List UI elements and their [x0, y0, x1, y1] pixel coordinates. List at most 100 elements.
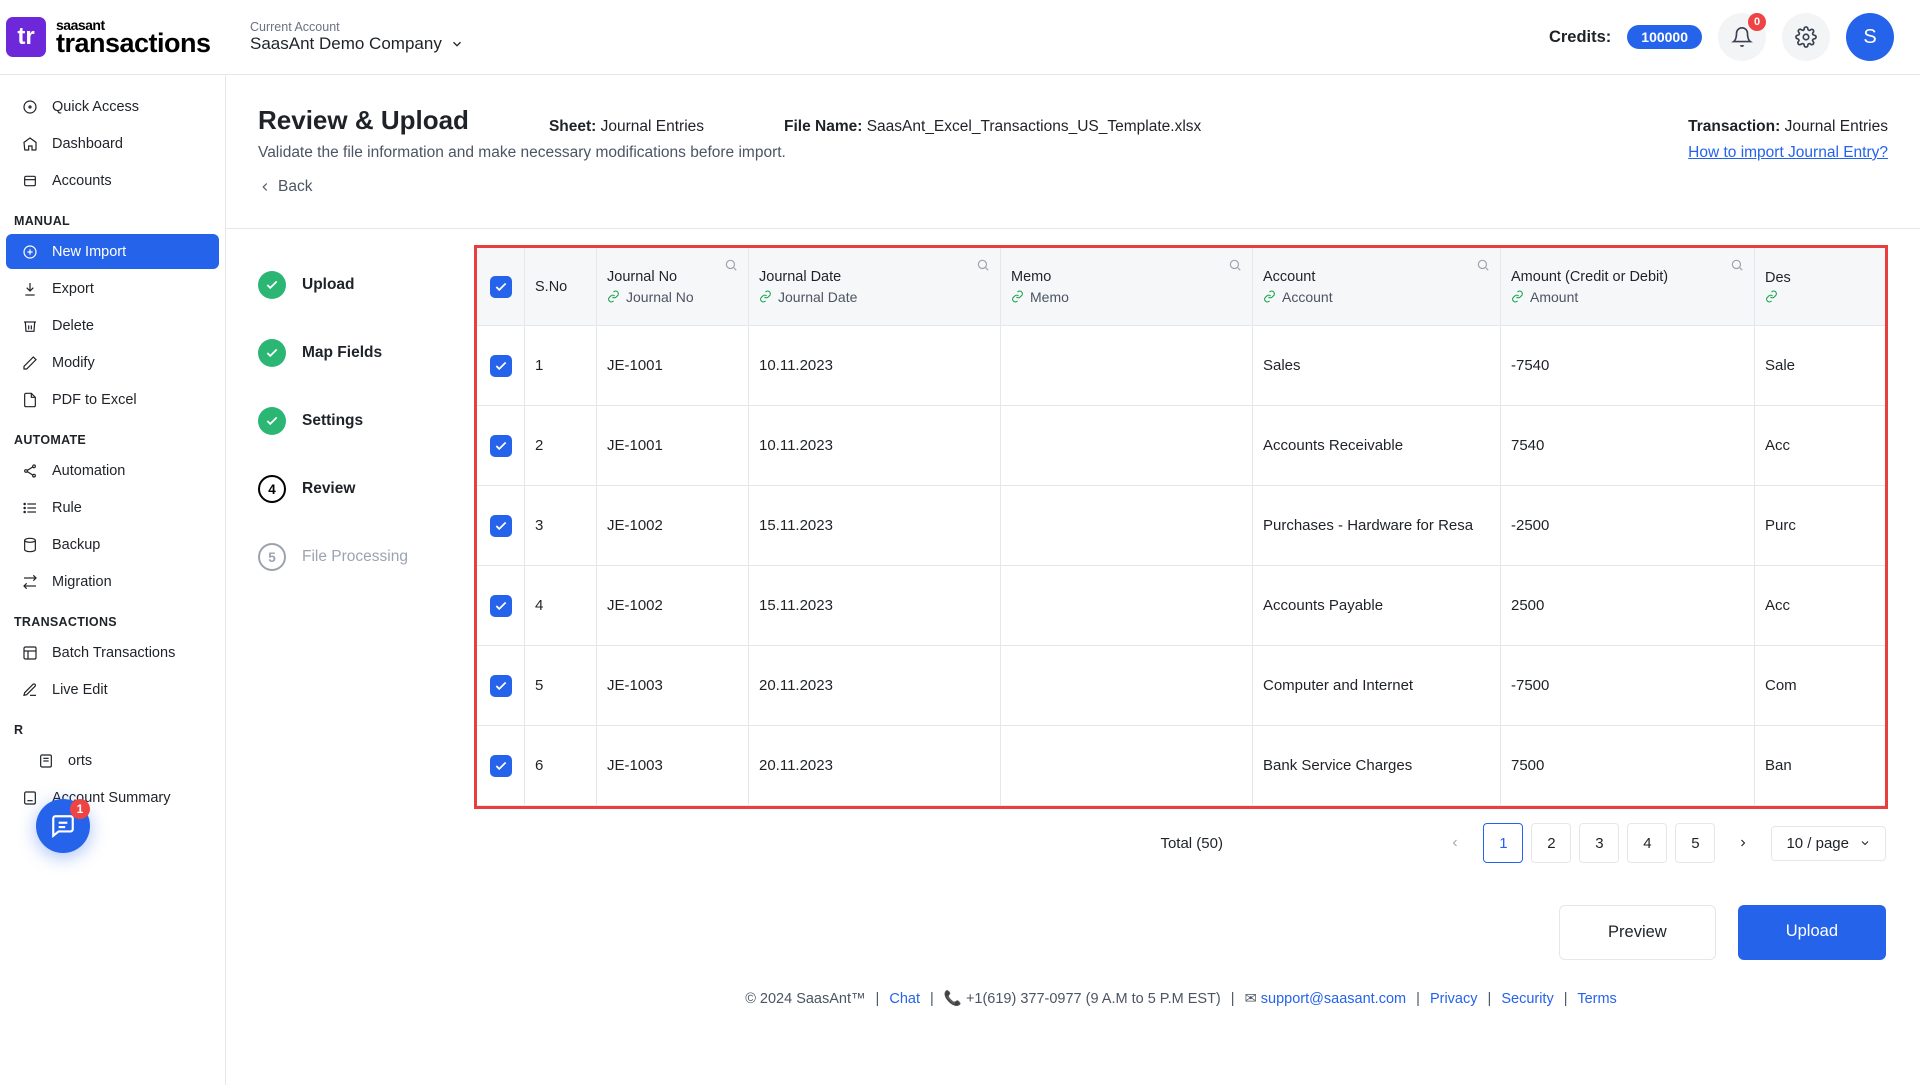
- sidebar-item-pdf-to-excel[interactable]: PDF to Excel: [6, 382, 219, 417]
- prev-page-button[interactable]: [1443, 837, 1467, 849]
- notifications-button[interactable]: 0: [1718, 13, 1766, 61]
- plus-circle-icon: [22, 244, 38, 260]
- row-checkbox[interactable]: [490, 515, 512, 537]
- footer: © 2024 SaasAnt™ | Chat | 📞 +1(619) 377-0…: [474, 988, 1888, 1025]
- page-button-1[interactable]: 1: [1483, 823, 1523, 863]
- page-button-3[interactable]: 3: [1579, 823, 1619, 863]
- per-page-select[interactable]: 10 / page: [1771, 826, 1886, 861]
- step-settings: Settings: [258, 407, 450, 435]
- cell-jno: JE-1003: [597, 646, 749, 725]
- sidebar-heading-reports-trunc: R: [6, 709, 219, 741]
- cell-amount: -7540: [1501, 326, 1755, 405]
- footer-privacy-link[interactable]: Privacy: [1430, 991, 1478, 1007]
- sidebar-item-automation[interactable]: Automation: [6, 453, 219, 488]
- cell-amount: -2500: [1501, 486, 1755, 565]
- search-icon[interactable]: [1228, 258, 1242, 272]
- pencil-icon: [22, 682, 38, 698]
- table-row[interactable]: 3JE-100215.11.2023Purchases - Hardware f…: [477, 486, 1885, 566]
- pagination-total: Total (50): [680, 835, 1223, 852]
- sidebar-item-migration[interactable]: Migration: [6, 564, 219, 599]
- transaction-field: Transaction: Journal Entries: [1688, 118, 1888, 136]
- row-checkbox[interactable]: [490, 755, 512, 777]
- table-row[interactable]: 6JE-100320.11.2023Bank Service Charges75…: [477, 726, 1885, 806]
- trash-icon: [22, 318, 38, 334]
- cell-sno: 2: [525, 406, 597, 485]
- sidebar-item-label: Automation: [52, 463, 125, 479]
- table-row[interactable]: 2JE-100110.11.2023Accounts Receivable754…: [477, 406, 1885, 486]
- row-checkbox[interactable]: [490, 355, 512, 377]
- cell-memo: [1001, 726, 1253, 805]
- col-sno: S.No: [535, 279, 586, 295]
- sidebar-item-accounts[interactable]: Accounts: [6, 163, 219, 198]
- footer-email-link[interactable]: support@saasant.com: [1261, 991, 1406, 1007]
- settings-button[interactable]: [1782, 13, 1830, 61]
- sidebar-item-account-summary[interactable]: Account Summary: [6, 780, 219, 815]
- cell-memo: [1001, 566, 1253, 645]
- table-row[interactable]: 5JE-100320.11.2023Computer and Internet-…: [477, 646, 1885, 726]
- sidebar-item-delete[interactable]: Delete: [6, 308, 219, 343]
- logo-text: saasant transactions: [56, 19, 211, 56]
- account-label: Current Account: [250, 20, 464, 34]
- search-icon[interactable]: [1730, 258, 1744, 272]
- help-link[interactable]: How to import Journal Entry?: [1688, 144, 1888, 162]
- user-avatar[interactable]: S: [1846, 13, 1894, 61]
- app-logo[interactable]: tr saasant transactions: [0, 17, 228, 57]
- sidebar-item-dashboard[interactable]: Dashboard: [6, 126, 219, 161]
- footer-terms-link[interactable]: Terms: [1577, 991, 1616, 1007]
- step-file-processing: 5File Processing: [258, 543, 450, 571]
- footer-chat-link[interactable]: Chat: [889, 991, 920, 1007]
- sidebar-item-modify[interactable]: Modify: [6, 345, 219, 380]
- cell-sno: 4: [525, 566, 597, 645]
- cell-jno: JE-1001: [597, 406, 749, 485]
- page-button-4[interactable]: 4: [1627, 823, 1667, 863]
- sidebar-item-live-edit[interactable]: Live Edit: [6, 672, 219, 707]
- row-checkbox[interactable]: [490, 595, 512, 617]
- sidebar-item-label: Batch Transactions: [52, 645, 175, 661]
- table-header-row: S.No Journal No Journal No Journal Date …: [477, 248, 1885, 326]
- edit-icon: [22, 355, 38, 371]
- report-icon: [38, 753, 54, 769]
- sidebar-item-new-import[interactable]: New Import: [6, 234, 219, 269]
- sidebar-item-backup[interactable]: Backup: [6, 527, 219, 562]
- layers-icon: [22, 173, 38, 189]
- row-checkbox[interactable]: [490, 675, 512, 697]
- sidebar-item-label: Quick Access: [52, 99, 139, 115]
- download-icon: [22, 281, 38, 297]
- chevron-down-icon: [450, 37, 464, 51]
- row-checkbox[interactable]: [490, 435, 512, 457]
- search-icon[interactable]: [976, 258, 990, 272]
- cell-sno: 1: [525, 326, 597, 405]
- sidebar-item-label: Migration: [52, 574, 112, 590]
- back-link[interactable]: Back: [258, 178, 312, 196]
- credits-badge: 100000: [1627, 25, 1702, 49]
- sidebar-item-label: Dashboard: [52, 136, 123, 152]
- search-icon[interactable]: [1476, 258, 1490, 272]
- chat-widget-button[interactable]: 1: [36, 799, 90, 853]
- select-all-checkbox[interactable]: [490, 276, 512, 298]
- next-page-button[interactable]: [1731, 837, 1755, 849]
- sidebar-item-label: New Import: [52, 244, 126, 260]
- step-upload: Upload: [258, 271, 450, 299]
- search-icon[interactable]: [724, 258, 738, 272]
- file-icon: [22, 392, 38, 408]
- sidebar-item-export[interactable]: Export: [6, 271, 219, 306]
- page-button-5[interactable]: 5: [1675, 823, 1715, 863]
- cell-memo: [1001, 326, 1253, 405]
- sidebar-item-rule[interactable]: Rule: [6, 490, 219, 525]
- preview-button[interactable]: Preview: [1559, 905, 1716, 960]
- cell-jdate: 20.11.2023: [749, 646, 1001, 725]
- page-button-2[interactable]: 2: [1531, 823, 1571, 863]
- cell-jdate: 20.11.2023: [749, 726, 1001, 805]
- sidebar-item-quick-access[interactable]: Quick Access: [6, 89, 219, 124]
- cell-account: Computer and Internet: [1253, 646, 1501, 725]
- account-selector[interactable]: Current Account SaasAnt Demo Company: [250, 20, 464, 54]
- table-row[interactable]: 4JE-100215.11.2023Accounts Payable2500Ac…: [477, 566, 1885, 646]
- table-row[interactable]: 1JE-100110.11.2023Sales-7540Sale: [477, 326, 1885, 406]
- upload-button[interactable]: Upload: [1738, 905, 1886, 960]
- footer-security-link[interactable]: Security: [1501, 991, 1553, 1007]
- sidebar-item-label: PDF to Excel: [52, 392, 137, 408]
- sidebar-item-reports[interactable]: orts: [6, 743, 219, 778]
- cell-description: Ban: [1755, 726, 1885, 805]
- cell-jdate: 10.11.2023: [749, 406, 1001, 485]
- sidebar-item-batch-transactions[interactable]: Batch Transactions: [6, 635, 219, 670]
